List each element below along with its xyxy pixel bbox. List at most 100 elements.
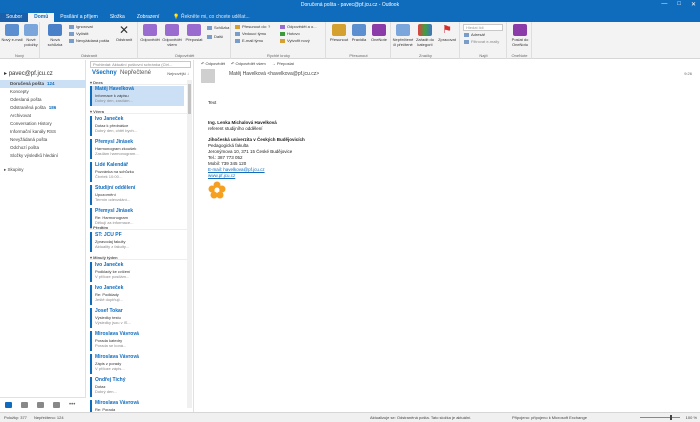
meeting-button[interactable]: Schůzka [207, 25, 229, 31]
forward-icon [187, 24, 201, 36]
quickstep-team-email[interactable]: E-mail týmu [235, 38, 263, 44]
group-tags: Nepřečtené či přečtené Zařadit do katego… [392, 22, 460, 59]
junk-button[interactable]: Nevyžádaná pošta [69, 38, 109, 44]
search-people-input[interactable]: Hledat lidi [463, 24, 503, 31]
tab-send-receive[interactable]: Posílání a příjem [54, 13, 104, 22]
web-link[interactable]: www.pf.jcu.cz [208, 173, 305, 179]
delete-button[interactable]: ✕ Odstranit [113, 24, 135, 42]
lightbulb-icon: 💡 [173, 14, 181, 20]
tab-view[interactable]: Zobrazení [131, 13, 166, 22]
group-onenote: Poslat do OneNotu OneNote [508, 22, 532, 59]
status-sync: Aktualizuje se: Odstraněná pošta. Tato s… [370, 415, 472, 420]
move-onenote-button[interactable]: OneNote [368, 24, 390, 42]
folder-sent[interactable]: Odeslaná pošta [0, 96, 86, 104]
folder-outbox[interactable]: Odchozí pošta [0, 144, 86, 152]
mail-icon[interactable] [5, 402, 12, 408]
minimize-button[interactable]: — [661, 1, 667, 8]
group-header-yesterday[interactable]: ▾ Včera [90, 109, 188, 114]
folder-drafts[interactable]: Koncepty [0, 88, 86, 96]
new-meeting-button[interactable]: Nová schůzka [44, 24, 66, 47]
message-item[interactable]: Ivo Janeček Re: Podklady Ještě doplňuji.… [90, 285, 184, 305]
more-button[interactable]: Další [207, 34, 223, 40]
quickstep-move-to[interactable]: Přesunout do: ? [235, 24, 270, 30]
message-item[interactable]: ST: JCU PF Zpravodaj fakulty Aktuality z… [90, 232, 184, 252]
quickstep-team-manager[interactable]: Vedoucí týmu [235, 31, 266, 37]
reading-reply-all-button[interactable]: ↶ Odpovědět všem [231, 60, 266, 68]
forward-button[interactable]: Přeposlat [183, 24, 205, 42]
tasks-icon[interactable] [53, 402, 60, 408]
message-item[interactable]: Lidé Kalendář Pozvánka na schůzku Čtvrte… [90, 162, 184, 182]
more-modules-icon[interactable]: ••• [69, 402, 75, 408]
filter-unread[interactable]: Nepřečtené [120, 70, 151, 76]
move-button[interactable]: Přesunout [328, 24, 350, 42]
envelope-icon [5, 24, 19, 36]
message-item[interactable]: Ivo Janeček Podklady ke cvičení V příloz… [90, 262, 184, 282]
message-sender[interactable]: Matěj Havelková <havelkova@pf.jcu.cz> [229, 71, 319, 77]
zoom-slider[interactable] [640, 415, 680, 420]
reply-all-button[interactable]: Odpovědět všem [161, 24, 183, 47]
group-header-today[interactable]: ▾ Dnes [90, 80, 188, 85]
flag-icon: ⚑ [442, 24, 452, 36]
sort-dropdown[interactable]: Nejnovější ↓ [167, 71, 189, 76]
onenote-icon [372, 24, 386, 36]
group-header-older[interactable]: ▾ Předtím [90, 225, 188, 230]
group-move: Přesunout Pravidla OneNote Přesunout [327, 22, 391, 59]
check-icon [280, 31, 285, 36]
message-item[interactable]: Ivo Janeček Dotaz k přednášce Dobrý den,… [90, 116, 184, 136]
mail-search-input[interactable]: Prohledat: Aktuální poštovní schránka (C… [90, 61, 191, 68]
reply-delete-icon [280, 24, 285, 29]
quickstep-reply-delete[interactable]: Odpovědět a o... [280, 24, 317, 30]
tell-me-box[interactable]: 💡 Řekněte mi, co chcete udělat... [173, 13, 249, 22]
tab-file[interactable]: Soubor [0, 13, 29, 22]
message-item[interactable]: Miroslava Vávrová Zápis z porady V přílo… [90, 354, 184, 374]
followup-button[interactable]: ⚑ Zpracovat [436, 24, 458, 42]
folder-junk[interactable]: Nevyžádaná pošta [0, 136, 86, 144]
tab-home[interactable]: Domů [28, 13, 55, 22]
ignore-button[interactable]: Ignorovat [69, 24, 93, 30]
reply-all-icon [165, 24, 179, 36]
reading-forward-button[interactable]: → Přeposlat [272, 60, 294, 68]
calendar-icon[interactable] [21, 402, 28, 408]
list-filters: Všechny Nepřečtené Nejnovější ↓ [90, 70, 191, 79]
message-item[interactable]: Studijní oddělení Upozornění Termín odev… [90, 185, 184, 205]
folder-inbox[interactable]: Doručená pošta 124 [0, 80, 86, 88]
folder-deleted[interactable]: Odstraněná pošta 186 [0, 104, 86, 112]
message-item[interactable]: Matěj Havelková Informace k zápisu Dobrý… [90, 86, 184, 106]
filter-email-button[interactable]: Filtrovat e-maily [464, 39, 499, 45]
reading-toolbar: ↶ Odpovědět ↶ Odpovědět všem → Přeposlat [201, 60, 294, 68]
message-item[interactable]: Ondřej Tichý Dotaz Dobrý den... [90, 377, 184, 397]
reading-reply-button[interactable]: ↶ Odpovědět [201, 60, 225, 68]
junk-icon [69, 38, 74, 43]
message-item[interactable]: Miroslava Vávrová Re: Porada [90, 400, 184, 412]
folder-conversation-history[interactable]: Conversation History [0, 120, 86, 128]
folder-rss[interactable]: Informační kanály RSS [0, 128, 86, 136]
quickstep-create-new[interactable]: Vytvořit nový [280, 38, 310, 44]
rules-button[interactable]: Pravidla [348, 24, 370, 42]
group-quick-steps: Přesunout do: ? Vedoucí týmu E-mail týmu… [232, 22, 326, 59]
group-header-last-week[interactable]: ▾ Minulý týden [90, 255, 188, 260]
categorize-button[interactable]: Zařadit do kategorií [414, 24, 436, 47]
filter-all[interactable]: Všechny [92, 70, 117, 76]
message-item[interactable]: Miroslava Vávrová Porada katedry Porada … [90, 331, 184, 351]
maximize-button[interactable]: □ [677, 1, 681, 8]
unread-read-button[interactable]: Nepřečtené či přečtené [392, 24, 414, 47]
new-items-button[interactable]: Nové položky [20, 24, 42, 47]
tab-folder[interactable]: Složka [104, 13, 131, 22]
groups-header[interactable]: ▸ Skupiny [0, 166, 86, 174]
folder-archive[interactable]: Archivovat [0, 112, 86, 120]
cleanup-button[interactable]: Vyčistit [69, 31, 89, 37]
close-button[interactable]: ✕ [691, 1, 696, 8]
zoom-slider-knob[interactable] [670, 415, 672, 420]
message-item[interactable]: Josef Tokar Výsledky testu Výsledky jsou… [90, 308, 184, 328]
address-book-button[interactable]: Adresář [464, 32, 485, 38]
folder-search-folders[interactable]: Složky výsledků hledání [0, 152, 86, 160]
people-icon[interactable] [37, 402, 44, 408]
quickstep-done[interactable]: Hotovo [280, 31, 300, 37]
message-list-scrollbar[interactable] [187, 80, 192, 408]
scrollbar-thumb[interactable] [188, 84, 191, 114]
reply-button[interactable]: Odpovědět [139, 24, 161, 42]
send-to-onenote-button[interactable]: Poslat do OneNotu [509, 24, 531, 47]
message-item[interactable]: Přemysl Jirásek Harmonogram zkoušek Zasí… [90, 139, 184, 159]
more-icon [207, 34, 212, 39]
account-header[interactable]: ▸ pavec@pf.jcu.cz [4, 70, 53, 77]
